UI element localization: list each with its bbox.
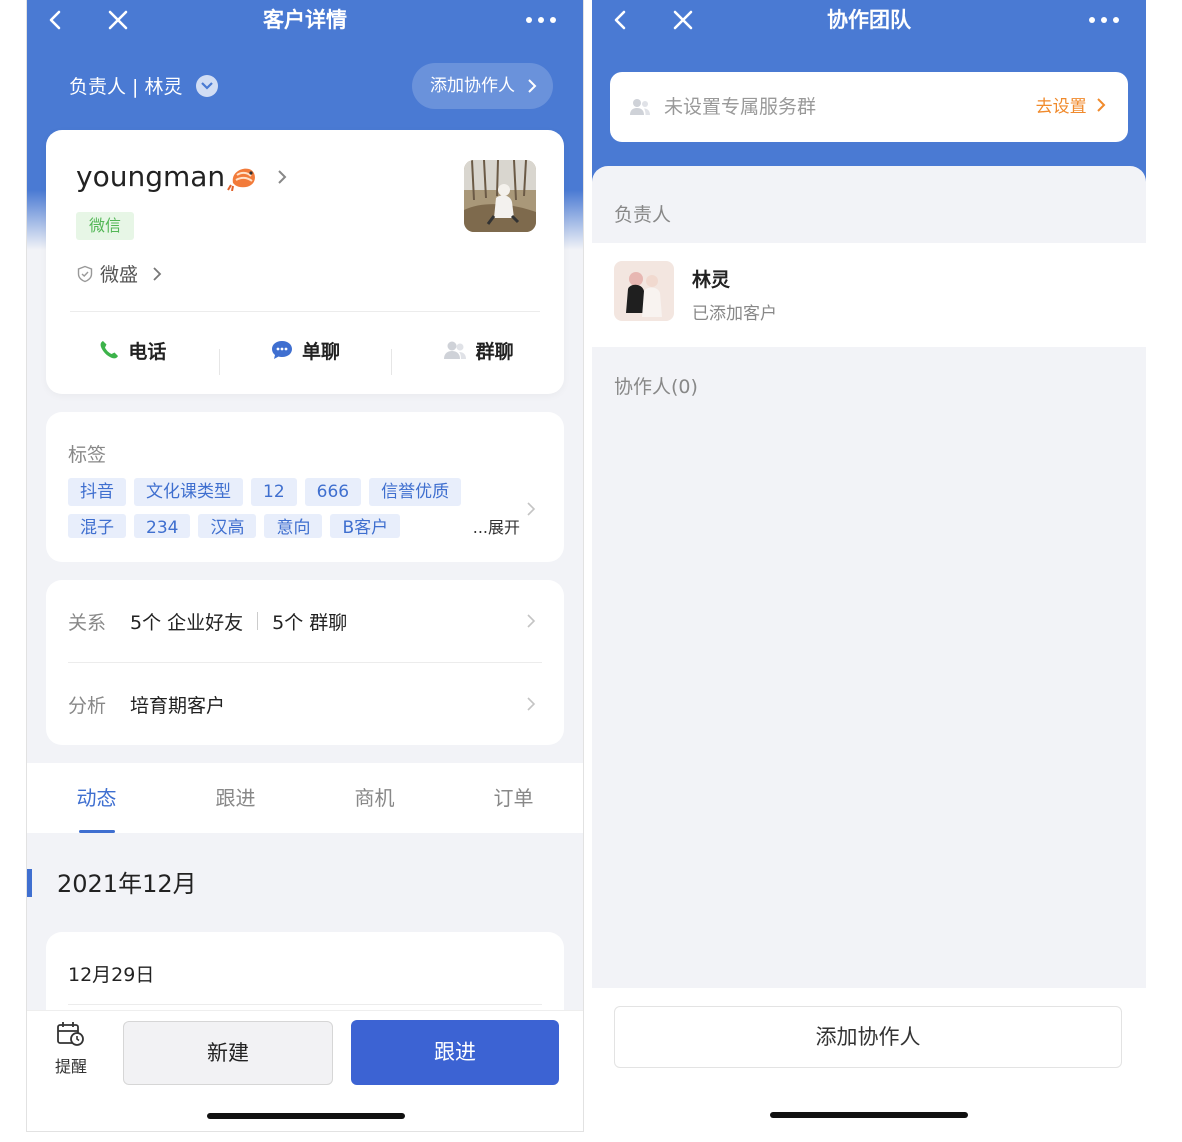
expand-tags-link[interactable]: ...展开	[473, 514, 520, 538]
tab-activity[interactable]: 动态	[27, 763, 166, 833]
more-icon[interactable]	[1086, 6, 1122, 34]
home-indicator	[207, 1113, 405, 1119]
chevron-right-icon	[528, 79, 537, 93]
group-icon	[630, 99, 650, 115]
chevron-right-icon	[527, 502, 536, 516]
friends-count: 5个 企业好友	[130, 611, 244, 634]
team-list: 负责人 林灵 已添加客户 协作人(0)	[592, 166, 1146, 988]
tag: B客户	[330, 514, 401, 538]
tab-follow-up[interactable]: 跟进	[166, 763, 305, 833]
avatar	[614, 261, 674, 321]
divider	[257, 612, 259, 630]
phone-call-label: 电话	[128, 340, 167, 363]
more-icon[interactable]	[523, 6, 559, 34]
customer-avatar[interactable]	[464, 160, 536, 232]
detail-tabs: 动态 跟进 商机 订单	[27, 763, 583, 833]
tab-opportunity[interactable]: 商机	[305, 763, 444, 833]
setup-group-link[interactable]: 去设置	[1036, 72, 1106, 142]
relation-row[interactable]: 关系 5个 企业好友 5个 群聊	[68, 580, 542, 662]
home-indicator	[770, 1112, 968, 1118]
group-icon	[443, 341, 466, 359]
timeline-month: 2021年12月	[57, 870, 197, 898]
chevron-right-icon	[527, 614, 536, 628]
owner-label: 负责人 | 林灵	[69, 76, 183, 98]
tag-list: 抖音 文化课类型 12 666 信誉优质 混子 234 汉高 意向 B客户	[68, 478, 468, 550]
chat-bubble-icon	[272, 341, 292, 359]
group-chat-label: 群聊	[475, 340, 514, 363]
timeline-date: 12月29日	[68, 964, 155, 986]
shield-check-icon	[77, 265, 93, 282]
remind-label: 提醒	[54, 1057, 87, 1076]
owner-name: 林灵	[692, 269, 731, 291]
analysis-value: 培育期客户	[130, 694, 226, 717]
service-group-card[interactable]: 未设置专属服务群 去设置	[610, 72, 1128, 142]
tag: 234	[134, 514, 191, 538]
owner-status: 已添加客户	[692, 304, 777, 324]
setup-group-label: 去设置	[1035, 97, 1087, 117]
month-marker	[27, 869, 32, 897]
owner-section-title: 负责人	[614, 204, 672, 226]
company-name: 微盛	[100, 264, 139, 286]
chevron-down-icon	[196, 74, 219, 97]
relation-card: 关系 5个 企业好友 5个 群聊 分析 培育期客户	[46, 580, 564, 745]
tag: 抖音	[68, 478, 126, 506]
tag: 文化课类型	[134, 478, 243, 506]
tag: 信誉优质	[369, 478, 462, 506]
tags-card[interactable]: 标签 抖音 文化课类型 12 666 信誉优质 混子 234 汉高 意向 B客户…	[46, 412, 564, 562]
tag: 666	[304, 478, 362, 506]
chevron-right-icon	[527, 697, 536, 711]
follow-up-button[interactable]: 跟进	[351, 1020, 559, 1085]
contact-actions: 电话 单聊 群聊	[46, 320, 564, 380]
chevron-right-icon	[278, 169, 287, 184]
page-title: 协作团队	[827, 8, 911, 32]
add-collaborator-button[interactable]: 添加协作人	[412, 63, 553, 109]
company-row[interactable]: 微盛	[76, 260, 166, 287]
tags-title: 标签	[68, 444, 107, 466]
tag: 意向	[264, 514, 323, 538]
channel-badge: 微信	[76, 212, 134, 240]
customer-detail-screen: 客户详情 负责人 | 林灵 添加协作人 youngman 微信 微盛 电话 单聊…	[26, 0, 584, 1132]
analysis-label: 分析	[68, 694, 107, 717]
profile-card: youngman 微信 微盛 电话 单聊 群聊	[46, 130, 564, 394]
divider	[68, 1004, 542, 1005]
chevron-right-icon	[153, 266, 162, 281]
analysis-row[interactable]: 分析 培育期客户	[68, 663, 542, 745]
calendar-clock-icon	[57, 1022, 84, 1046]
owner-selector[interactable]: 负责人 | 林灵	[69, 72, 219, 99]
private-chat-label: 单聊	[302, 340, 341, 363]
service-group-status: 未设置专属服务群	[664, 96, 817, 118]
groups-count: 5个 群聊	[272, 611, 348, 634]
private-chat-button[interactable]: 单聊	[218, 337, 392, 375]
tag: 汉高	[198, 514, 257, 538]
phone-call-button[interactable]: 电话	[46, 337, 219, 364]
group-chat-button[interactable]: 群聊	[391, 337, 564, 375]
chevron-right-icon	[1097, 98, 1106, 112]
new-button[interactable]: 新建	[123, 1021, 333, 1085]
navbar: 协作团队	[592, 0, 1146, 44]
customer-nickname: youngman	[76, 160, 226, 193]
relation-label: 关系	[68, 611, 107, 634]
list-item[interactable]: 林灵 已添加客户	[592, 243, 1146, 347]
navbar: 客户详情	[27, 0, 583, 44]
add-collaborator-button[interactable]: 添加协作人	[614, 1006, 1122, 1068]
bottom-action-bar: 提醒 新建 跟进	[27, 1010, 583, 1131]
tag: 12	[251, 478, 297, 506]
page-title: 客户详情	[263, 8, 347, 32]
customer-name-row[interactable]: youngman	[76, 160, 287, 193]
tab-orders[interactable]: 订单	[444, 763, 583, 833]
remind-button[interactable]: 提醒	[49, 1021, 93, 1077]
add-collaborator-label: 添加协作人	[430, 76, 515, 96]
phone-icon	[100, 341, 119, 359]
shrimp-emoji-icon	[227, 168, 256, 191]
divider	[70, 311, 540, 312]
collaborator-section-title: 协作人(0)	[614, 376, 698, 398]
tag: 混子	[68, 514, 126, 538]
collaboration-team-screen: 协作团队 未设置专属服务群 去设置 负责人 林灵 已添加客户 协作人(0) 添加…	[592, 0, 1146, 1142]
